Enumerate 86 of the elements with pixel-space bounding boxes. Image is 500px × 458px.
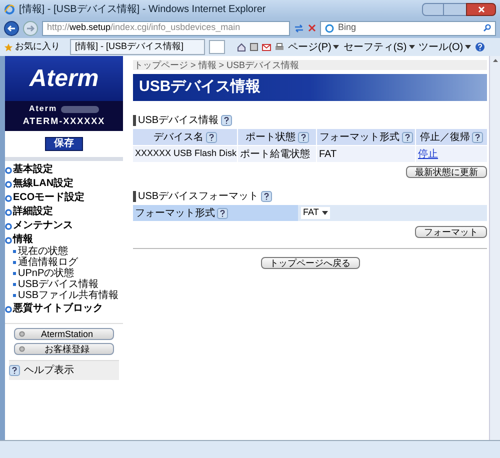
format-select[interactable]: FAT bbox=[301, 207, 330, 219]
sidebar-item[interactable]: 情報 bbox=[13, 234, 33, 246]
browser-tab[interactable]: [情報] - [USBデバイス情報] bbox=[70, 39, 205, 55]
bullet-icon bbox=[5, 222, 12, 230]
sidebar-subitem[interactable]: USBデバイス情報 bbox=[18, 279, 99, 290]
table-cell: FAT bbox=[317, 146, 415, 162]
sidebar-item[interactable]: メンテナンス bbox=[13, 220, 73, 232]
scrollbar[interactable] bbox=[489, 56, 500, 440]
close-button[interactable] bbox=[466, 2, 496, 16]
circle-icon bbox=[19, 346, 25, 352]
breadcrumb: トップページ > 情報 > USBデバイス情報 bbox=[133, 60, 487, 70]
sidebar-button[interactable]: AtermStation bbox=[14, 328, 114, 340]
bullet-icon bbox=[13, 294, 16, 297]
feed-icon[interactable] bbox=[250, 43, 258, 51]
toolbar-menu[interactable]: ツール(O) bbox=[418, 40, 472, 54]
help-icon[interactable] bbox=[206, 132, 216, 142]
page-title: USBデバイス情報 bbox=[133, 74, 487, 101]
toolbar-menu[interactable]: ページ(P) bbox=[288, 40, 340, 54]
toolbar-menu[interactable]: セーフティ(S) bbox=[343, 40, 415, 54]
sidebar-subitem[interactable]: UPnPの状態 bbox=[18, 268, 74, 279]
save-button[interactable]: 保存 bbox=[45, 137, 83, 151]
bullet-icon bbox=[13, 272, 16, 275]
bullet-icon bbox=[13, 283, 16, 286]
search-field[interactable]: Bing bbox=[320, 20, 496, 36]
bullet-icon bbox=[5, 306, 12, 312]
sidebar-item[interactable]: 詳細設定 bbox=[13, 206, 53, 218]
column-header: デバイス名 bbox=[154, 130, 204, 144]
help-icon[interactable] bbox=[402, 132, 412, 142]
favorites-button[interactable]: お気に入り bbox=[15, 40, 60, 54]
table-cell: ポート給電状態 bbox=[238, 146, 316, 162]
back-to-top-button[interactable]: トップページへ戻る bbox=[260, 257, 360, 269]
logo-banner: Aterm bbox=[5, 56, 123, 101]
scroll-up-icon[interactable] bbox=[492, 59, 498, 62]
caret-icon bbox=[333, 45, 340, 49]
sidebar-button[interactable]: お客様登録 bbox=[14, 343, 114, 355]
help-icon[interactable] bbox=[260, 191, 272, 202]
circle-icon bbox=[19, 331, 25, 337]
stop-icon[interactable] bbox=[308, 24, 316, 32]
sidebar-item[interactable]: 基本設定 bbox=[13, 164, 53, 176]
browser-icon bbox=[4, 4, 15, 14]
printer-icon[interactable] bbox=[275, 43, 284, 51]
forward-arrow-icon bbox=[26, 24, 35, 32]
sidebar-subitem[interactable]: 現在の状態 bbox=[18, 246, 68, 257]
help-icon[interactable] bbox=[472, 132, 483, 142]
address-field[interactable]: http://web.setup/index.cgi/info_usbdevices_main bbox=[42, 20, 290, 36]
format-button[interactable]: フォーマット bbox=[415, 226, 487, 238]
refresh-icon[interactable] bbox=[294, 24, 304, 32]
sidebar-item[interactable]: 無線LAN設定 bbox=[13, 178, 74, 190]
sidebar-subitem[interactable]: 通信情報ログ bbox=[18, 257, 78, 268]
table-cell: XXXXXX USB Flash Disk bbox=[133, 146, 237, 162]
help-icon[interactable] bbox=[220, 115, 232, 126]
sidebar-subitem[interactable]: USBファイル共有情報 bbox=[18, 290, 119, 301]
bullet-icon bbox=[5, 208, 12, 216]
help-icon[interactable] bbox=[9, 365, 20, 376]
model-label: Aterm bbox=[28, 103, 58, 116]
bullet-icon bbox=[5, 236, 12, 244]
mail-icon[interactable] bbox=[262, 44, 271, 50]
close-icon bbox=[478, 6, 484, 12]
back-button[interactable] bbox=[4, 20, 19, 36]
help-icon[interactable] bbox=[298, 132, 308, 142]
caret-icon bbox=[408, 45, 415, 49]
column-header: ポート状態 bbox=[246, 130, 296, 144]
help-icon[interactable] bbox=[217, 208, 228, 218]
window-title: [情報] - [USBデバイス情報] - Windows Internet Explorer bbox=[19, 2, 266, 16]
column-header: フォーマット形式 bbox=[320, 130, 400, 144]
home-icon[interactable] bbox=[237, 42, 246, 52]
caret-icon bbox=[465, 45, 472, 49]
sidebar-item[interactable]: 悪質サイトブロック bbox=[13, 303, 103, 315]
device-name: ATERM-XXXXXX bbox=[22, 115, 106, 128]
help-menu-icon[interactable] bbox=[475, 42, 486, 52]
field-label: フォーマット形式 bbox=[135, 206, 215, 220]
back-arrow-icon bbox=[7, 24, 16, 32]
redacted-text bbox=[61, 106, 100, 113]
bullet-icon bbox=[13, 250, 16, 253]
bullet-icon bbox=[5, 166, 12, 174]
search-icon[interactable] bbox=[483, 24, 491, 32]
section-title: USBデバイス情報 bbox=[138, 114, 219, 128]
column-header: 停止／復帰 bbox=[420, 130, 470, 144]
caret-icon bbox=[322, 211, 328, 215]
sidebar-item[interactable]: ECOモード設定 bbox=[13, 192, 85, 204]
bullet-icon bbox=[5, 194, 12, 202]
bullet-icon bbox=[5, 180, 12, 188]
star-icon[interactable] bbox=[4, 42, 13, 52]
section-title: USBデバイスフォーマット bbox=[138, 190, 259, 204]
refresh-button[interactable]: 最新状態に更新 bbox=[406, 166, 487, 178]
bullet-icon bbox=[13, 261, 16, 264]
